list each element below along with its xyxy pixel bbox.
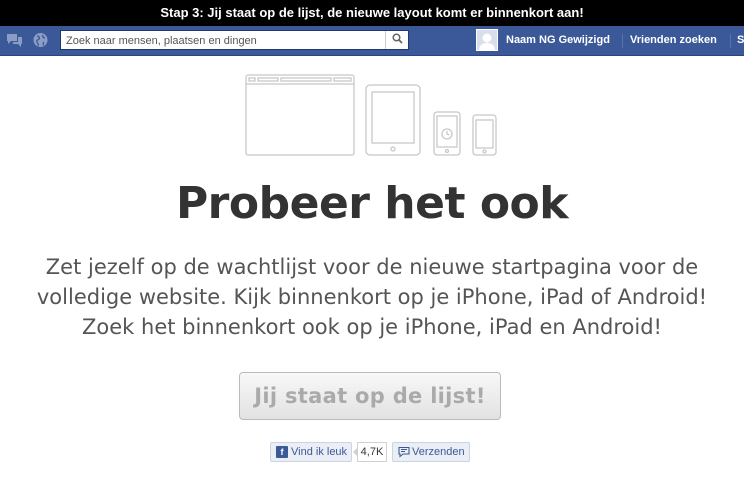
send-label: Verzenden	[412, 446, 465, 458]
description: Zet jezelf op de wachtlijst voor de nieu…	[30, 252, 714, 342]
description-line: Zet jezelf op de wachtlijst voor de nieu…	[45, 255, 699, 279]
nav-divider	[622, 34, 623, 48]
send-button[interactable]: Verzenden	[392, 442, 470, 462]
description-line: volledige website. Kijk binnenkort op je…	[36, 285, 708, 309]
facebook-f-icon: f	[276, 446, 288, 458]
search-box	[60, 30, 409, 50]
search-button[interactable]	[385, 31, 408, 49]
waitlist-button[interactable]: Jij staat op de lijst!	[239, 372, 501, 420]
search-input[interactable]	[61, 32, 386, 50]
avatar[interactable]	[476, 29, 498, 51]
like-button[interactable]: f Vind ik leuk	[270, 442, 352, 462]
find-friends-link[interactable]: Vrienden zoeken	[630, 26, 717, 55]
device-illustration	[0, 70, 744, 160]
profile-link[interactable]: Naam NG Gewijzigd	[506, 26, 610, 55]
facebook-top-bar: Naam NG Gewijzigd Vrienden zoeken S	[0, 26, 744, 56]
search-icon	[391, 31, 403, 49]
description-line: Zoek het binnenkort ook op je iPhone, iP…	[82, 315, 662, 339]
like-count: 4,7K	[353, 442, 387, 462]
nav-divider	[730, 34, 731, 48]
avatar-silhouette-icon	[477, 30, 497, 50]
page-title: Probeer het ook	[175, 178, 569, 229]
like-label: Vind ik leuk	[291, 446, 348, 458]
speech-bubble-icon	[398, 446, 410, 464]
globe-icon[interactable]	[32, 32, 49, 48]
messages-icon[interactable]	[6, 32, 23, 48]
instruction-banner: Stap 3: Jij staat op de lijst, de nieuwe…	[0, 0, 744, 26]
home-link-truncated[interactable]: S	[737, 26, 744, 55]
